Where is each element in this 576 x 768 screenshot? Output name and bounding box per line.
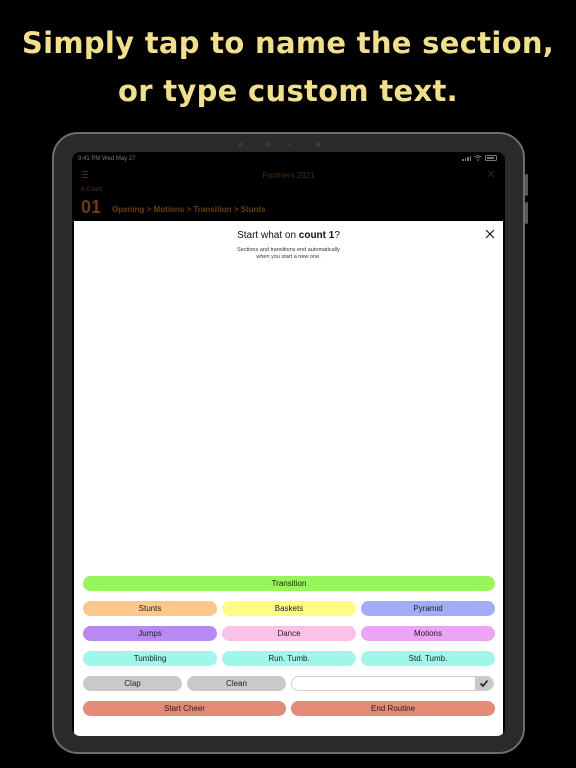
count-label: 8-Count [81,187,103,193]
status-time: 9:41 PM Wed May 27 [78,156,136,162]
motions-button[interactable]: Motions [361,626,495,641]
status-bar: 9:41 PM Wed May 27 [72,155,505,167]
volume-button [525,174,528,196]
sheet-title-suffix: ? [334,230,340,241]
ipad-frame: 9:41 PM Wed May 27 Panthers 2021 8-Count… [52,132,528,754]
custom-text-field [291,676,494,691]
submit-button[interactable] [475,677,493,690]
close-icon[interactable] [487,170,495,178]
battery-icon [485,155,497,161]
sheet-title-prefix: Start what on [237,230,299,241]
end-routine-button[interactable]: End Routine [291,701,495,716]
clean-button[interactable]: Clean [187,676,286,691]
sensor-icon [288,143,291,146]
routine-title: Panthers 2021 [262,171,315,180]
stunts-button[interactable]: Stunts [83,601,217,616]
sensor-icon [265,142,270,147]
close-icon[interactable] [485,229,495,239]
top-bar: Panthers 2021 [72,167,505,189]
section-picker-sheet: Start what on count 1? Sections and tran… [74,221,503,736]
sheet-subtitle: Sections and transitions end automatical… [74,247,503,261]
breadcrumb: Opening > Motions > Transition > Stunts [112,205,266,214]
pyramid-button[interactable]: Pyramid [361,601,495,616]
wifi-icon [474,155,482,161]
sheet-title: Start what on count 1? [74,230,503,241]
count-number: 01 [81,197,102,217]
jumps-button[interactable]: Jumps [83,626,217,641]
volume-button [525,202,528,224]
sensor-icon [316,142,321,147]
running-tumbling-button[interactable]: Run. Tumb. [222,651,356,666]
tumbling-button[interactable]: Tumbling [83,651,217,666]
camera-icon [238,142,243,147]
checkmark-icon [479,679,489,688]
clap-button[interactable]: Clap [83,676,182,691]
start-cheer-button[interactable]: Start Cheer [83,701,286,716]
signal-icon [462,155,471,161]
dance-button[interactable]: Dance [222,626,356,641]
baskets-button[interactable]: Baskets [222,601,356,616]
sheet-subtitle-line-1: Sections and transitions end automatical… [237,247,340,253]
headline-line-1: Simply tap to name the section, [21,26,555,60]
sheet-title-count: count 1 [298,230,335,241]
headline-line-2: or type custom text. [118,74,458,108]
transition-button[interactable]: Transition [83,576,495,591]
screen: 9:41 PM Wed May 27 Panthers 2021 8-Count… [72,152,505,736]
sheet-subtitle-line-2: when you start a new one. [256,254,321,260]
standing-tumbling-button[interactable]: Std. Tumb. [361,651,495,666]
custom-text-input[interactable] [292,681,472,690]
